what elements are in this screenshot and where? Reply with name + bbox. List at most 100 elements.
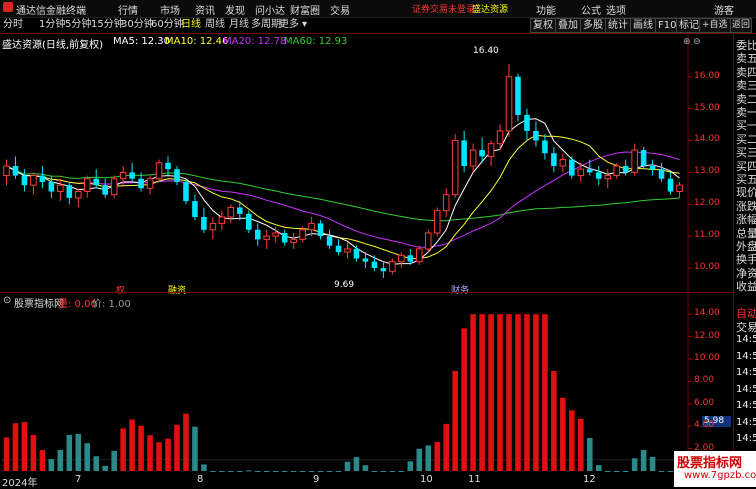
candle-body-down [21,175,28,186]
multi-stock-button[interactable]: 多股 [580,18,606,33]
guest-label[interactable]: 游客 [714,2,734,17]
menu-wealth[interactable]: 财富圈 [290,2,320,17]
candle-body-down [649,166,656,170]
period-tab-daily[interactable]: 日线 [180,18,202,31]
trade-time: 14:56 [736,416,756,428]
candle-body-up [613,165,620,177]
zoom-in-icon[interactable]: ⊕ [683,37,691,47]
watermark-title: 股票指标网 [677,456,743,471]
candle-body-down [461,140,467,166]
candle-body-up [559,159,567,167]
period-tab-more[interactable]: 更多 [278,18,300,31]
candle-body-up [290,238,297,244]
period-tab-tick[interactable]: 分时 [2,18,24,31]
menu-news[interactable]: 资讯 [195,2,215,17]
indicator-title[interactable]: 股票指标网 [14,295,64,310]
candle-body-down [245,213,252,230]
more-chevron-icon[interactable]: ▾ [301,18,308,31]
indicator-bar [272,471,279,472]
app-logo-icon [3,2,13,12]
indicator-collapse-icon[interactable]: ⊙ [3,295,11,306]
indicator-bar [344,461,351,471]
indicator-bar [578,418,584,471]
indicator-bar [560,397,566,471]
period-tab-1min[interactable]: 1分钟 [38,18,66,31]
indicator-bar [335,471,342,472]
candle-body-down [326,236,333,246]
trade-time: 14:56 [736,400,756,411]
candle-body-down [569,159,575,176]
indicator-chart-svg [2,293,692,475]
stats-button[interactable]: 统计 [605,18,631,33]
indicator-bar [299,471,306,472]
period-tab-weekly[interactable]: 周线 [204,18,226,31]
indicator-bar [30,435,37,471]
zoom-out-icon[interactable]: ⊖ [693,37,701,47]
trade-tab-label[interactable]: 交易 [736,319,756,335]
candle-body-down [380,268,387,272]
candle-body-up [272,232,279,237]
indicator-bar [604,471,611,472]
candle-body-up [604,175,612,180]
trade-time: 14:56 [736,350,756,362]
period-tab-monthly[interactable]: 月线 [228,18,250,31]
stock-label: 盛达资源(日线,前复权) [2,40,103,51]
overlay-button[interactable]: 叠加 [555,18,581,33]
menu-formula[interactable]: 公式 [581,2,601,17]
candle-body-down [551,153,557,166]
indicator-volume-label: 量: 0.00 [58,299,97,310]
indicator-bar [479,314,485,471]
indicator-bar [21,422,28,471]
indicator-bar [129,419,135,471]
indicator-bar [308,471,315,472]
indicator-bar [452,370,458,471]
candle-body-up [451,139,459,196]
indicator-bar [201,464,207,471]
menu-function[interactable]: 功能 [536,2,556,17]
indicator-bar [12,423,19,471]
login-notice[interactable]: 证券交易未登录 [412,2,475,15]
candle-body-down [667,178,674,192]
price-tick-label: 16.00 [694,70,720,81]
price-tick-label: 12.00 [694,198,720,209]
adjust-button[interactable]: 复权 [530,18,556,33]
indicator-bar [461,328,467,471]
indicator-bar [254,471,261,472]
ma60-label: MA60: 12.93 [284,36,348,47]
candle-body-down [371,261,378,269]
indicator-tick-label: 6.00 [694,397,715,408]
candle-body-down [586,169,593,173]
indicator-bar [120,428,126,471]
indicator-bar [524,314,530,471]
menu-options[interactable]: 选项 [606,2,626,17]
indicator-tick-label: 14.00 [694,308,720,319]
indicator-bar [551,370,557,471]
candle-body-down [533,130,539,141]
kline-chart[interactable]: 盛达资源(日线,前复权) MA5: 12.30 MA10: 12.46 MA20… [0,34,733,296]
candle-body-up [415,248,423,263]
indicator-bar [183,413,189,471]
menu-discover[interactable]: 发现 [225,2,245,17]
candle-body-up [299,229,306,240]
menu-trade[interactable]: 交易 [330,2,350,17]
period-tab-5min[interactable]: 5分钟 [64,18,92,31]
menu-market-quotes[interactable]: 行情 [118,2,138,17]
candle-body-up [227,206,235,218]
indicator-bar [407,461,414,471]
draw-button[interactable]: 画线 [630,18,656,33]
indicator-bar [613,471,620,472]
indicator-bar [640,449,647,471]
ma10-label: MA10: 12.46 [165,36,229,47]
menu-ask[interactable]: 问小达 [255,2,285,17]
candle-body-up [155,162,163,180]
date-axis: 2024年 7 8 9 10 11 12 [0,474,733,489]
add-watchlist-button[interactable]: +自选 [699,18,731,33]
indicator-chart[interactable]: ⊙ 股票指标网 量: 0.00 价: 1.00 5.98 2.00 4.00 6.0… [0,292,733,475]
back-button[interactable]: 返回 [730,18,753,33]
candle-body-down [317,223,324,237]
date-axis-label: 11 [468,474,481,485]
menu-market[interactable]: 市场 [160,2,180,17]
candle-body-down [192,201,198,218]
indicator-price-label: 价: 1.00 [92,299,131,310]
indicator-bar [353,457,360,471]
